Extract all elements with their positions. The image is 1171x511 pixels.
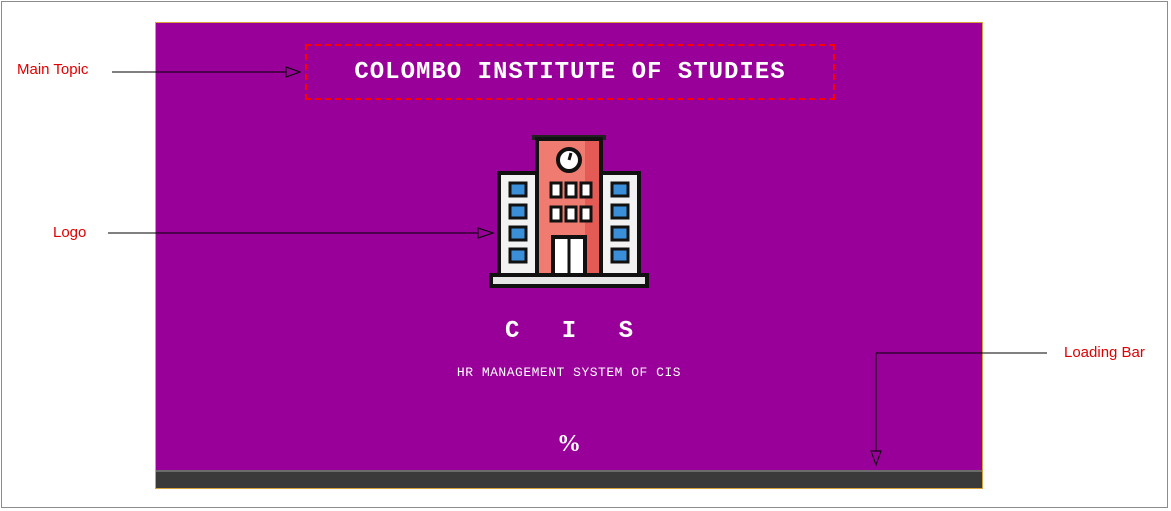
annotation-arrows xyxy=(108,66,1047,467)
